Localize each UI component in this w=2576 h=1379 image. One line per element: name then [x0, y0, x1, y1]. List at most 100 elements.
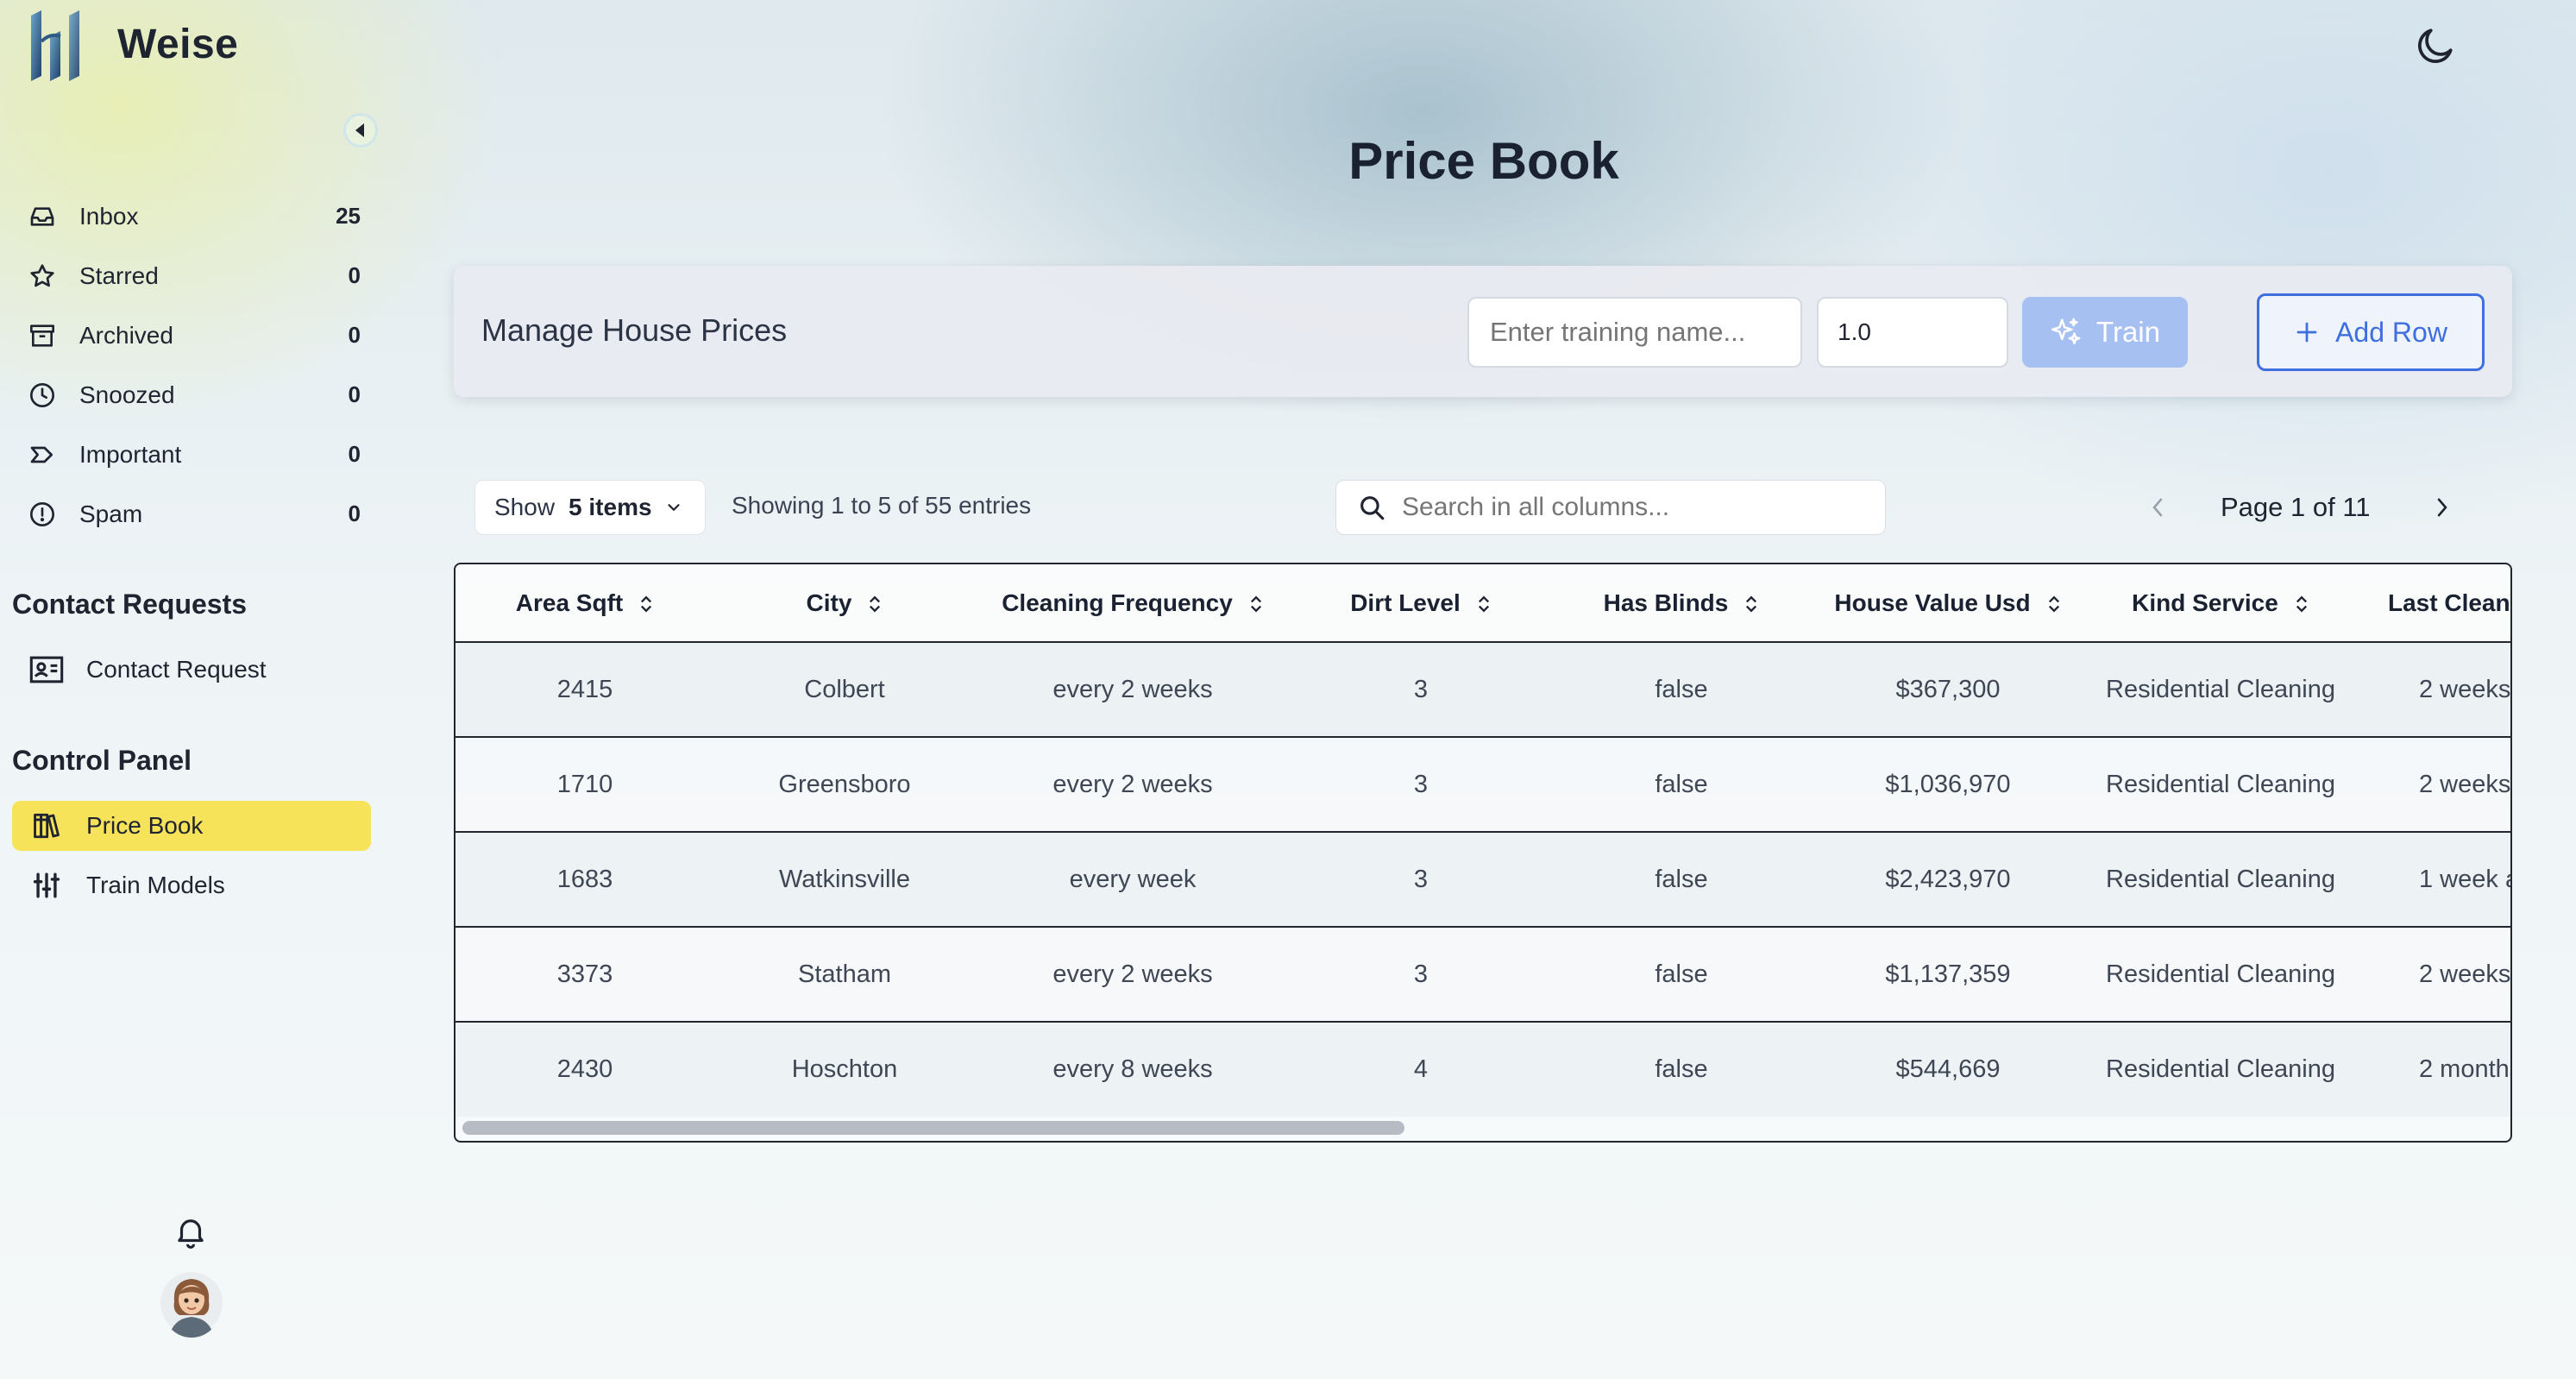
cell-city: Watkinsville: [778, 865, 910, 893]
search-input[interactable]: [1402, 493, 1868, 522]
sidebar-item-price-book[interactable]: Price Book: [12, 801, 371, 851]
column-header-cleaning-frequency[interactable]: Cleaning Frequency: [975, 564, 1291, 642]
cell-kind-service: Residential Cleaning: [2106, 1055, 2335, 1083]
chevron-right-icon: [2437, 498, 2447, 517]
cell-city: Hoschton: [791, 1055, 898, 1083]
cell-last-clean: 2 weeks ago: [2419, 675, 2511, 703]
chevron-down-icon: [667, 504, 680, 512]
plus-icon: [2296, 322, 2317, 343]
cell-dirt-level: 4: [1413, 1055, 1429, 1083]
column-header-last-clean[interactable]: Last Clean: [2357, 564, 2510, 642]
notifications-bell-icon[interactable]: [173, 1213, 209, 1250]
column-header-has-blinds[interactable]: Has Blinds: [1551, 564, 1812, 642]
train-button-label: Train: [2096, 316, 2160, 348]
dark-mode-toggle-moon-icon[interactable]: [2414, 24, 2457, 67]
column-header-area-sqft[interactable]: Area Sqft: [456, 564, 714, 642]
cell-cleaning-frequency: every 2 weeks: [1052, 770, 1213, 798]
cell-kind-service: Residential Cleaning: [2106, 865, 2335, 893]
sidebar-item-label: Archived: [79, 321, 173, 349]
count-badge: 0: [348, 322, 361, 348]
sliders-icon: [29, 868, 64, 903]
cell-dirt-level: 3: [1413, 960, 1429, 988]
count-badge: 25: [336, 203, 361, 229]
cell-cleaning-frequency: every 2 weeks: [1052, 960, 1213, 988]
next-page-button[interactable]: [2429, 490, 2455, 525]
page-size-value: 5 items: [569, 494, 652, 520]
sidebar-item-important[interactable]: Important 0: [12, 425, 374, 484]
sidebar-item-starred[interactable]: Starred 0: [12, 246, 374, 305]
cell-city: Greensboro: [778, 770, 911, 798]
column-header-city[interactable]: City: [714, 564, 975, 642]
column-header-label: House Value Usd: [1834, 589, 2031, 616]
sidebar-item-contact-request[interactable]: Contact Request: [12, 645, 371, 695]
count-badge: 0: [348, 262, 361, 288]
sidebar-item-inbox[interactable]: Inbox 25: [12, 186, 374, 246]
column-header-dirt-level[interactable]: Dirt Level: [1291, 564, 1551, 642]
table-row[interactable]: 2415 Colbert every 2 weeks 3 false $367,…: [456, 642, 2511, 737]
training-value-input[interactable]: [1817, 297, 2008, 368]
cell-area-sqft: 2415: [556, 675, 613, 703]
sidebar-item-spam[interactable]: Spam 0: [12, 484, 374, 544]
column-header-kind-service[interactable]: Kind Service: [2084, 564, 2357, 642]
entries-summary: Showing 1 to 5 of 55 entries: [732, 492, 1032, 519]
clock-icon: [28, 381, 57, 410]
user-avatar[interactable]: [160, 1269, 223, 1338]
section-title-contact-requests: Contact Requests: [12, 589, 248, 620]
alert-circle-icon: [28, 500, 57, 529]
logo-mark-icon: [31, 10, 79, 81]
cell-area-sqft: 2430: [556, 1055, 613, 1083]
cell-house-value: $2,423,970: [1885, 865, 2011, 893]
inbox-icon: [28, 202, 57, 231]
cell-last-clean: 2 months ago: [2419, 1055, 2510, 1083]
search-icon: [1360, 496, 1385, 520]
cell-cleaning-frequency: every 2 weeks: [1052, 675, 1213, 703]
column-header-label: Has Blinds: [1603, 589, 1729, 616]
price-book-table: Area Sqft City Cleaning Frequency Dirt L…: [454, 563, 2512, 1143]
table-row[interactable]: 1683 Watkinsville every week 3 false $2,…: [456, 832, 2510, 927]
column-header-house-value-usd[interactable]: House Value Usd: [1812, 564, 2084, 642]
caret-left-icon: [355, 123, 364, 137]
cell-kind-service: Residential Cleaning: [2106, 770, 2335, 798]
important-icon: [28, 440, 57, 469]
sidebar-item-label: Important: [79, 440, 182, 468]
table-row[interactable]: 2430 Hoschton every 8 weeks 4 false $544…: [456, 1022, 2510, 1117]
training-name-input[interactable]: [1467, 297, 1802, 368]
collapse-sidebar-button[interactable]: [343, 113, 378, 148]
table-search: [1335, 480, 1886, 535]
cell-dirt-level: 3: [1413, 675, 1429, 703]
cell-has-blinds: false: [1655, 770, 1708, 798]
sidebar-item-snoozed[interactable]: Snoozed 0: [12, 365, 374, 425]
add-row-button[interactable]: Add Row: [2257, 293, 2485, 371]
page-size-select[interactable]: Show 5 items: [474, 480, 706, 535]
manage-toolbar: Manage House Prices Train Add Row: [454, 266, 2512, 397]
cell-city: Statham: [798, 960, 891, 988]
train-button[interactable]: Train: [2022, 297, 2188, 368]
contact-card-icon: [29, 652, 64, 687]
table-row[interactable]: 1710 Greensboro every 2 weeks 3 false $1…: [456, 737, 2510, 832]
show-label: Show: [494, 494, 556, 520]
cell-kind-service: Residential Cleaning: [2106, 675, 2335, 703]
sidebar-item-train-models[interactable]: Train Models: [12, 860, 371, 910]
cell-dirt-level: 3: [1413, 865, 1429, 893]
cell-has-blinds: false: [1655, 1055, 1708, 1083]
archive-icon: [28, 321, 57, 350]
table-row[interactable]: 3373 Statham every 2 weeks 3 false $1,13…: [456, 927, 2510, 1022]
sort-icon: [1250, 595, 1261, 613]
sidebar-item-archived[interactable]: Archived 0: [12, 305, 374, 365]
sort-icon: [870, 595, 881, 613]
app-logo[interactable]: Weise: [26, 7, 238, 81]
cell-has-blinds: false: [1655, 960, 1708, 988]
column-header-label: Dirt Level: [1350, 589, 1461, 616]
table-horizontal-scrollbar[interactable]: [462, 1121, 1404, 1135]
sort-icon: [2048, 595, 2059, 613]
sidebar-item-label: Train Models: [86, 872, 225, 898]
column-header-label: Last Clean: [2388, 589, 2510, 616]
sidebar-item-label: Contact Request: [86, 656, 267, 683]
price-book-icon: [29, 809, 64, 843]
column-header-label: Area Sqft: [515, 589, 624, 616]
cell-last-clean: 1 week ago: [2419, 865, 2510, 893]
cell-house-value: $544,669: [1895, 1055, 2001, 1083]
previous-page-button[interactable]: [2145, 490, 2171, 525]
cell-has-blinds: false: [1655, 865, 1708, 893]
chevron-left-icon: [2152, 498, 2163, 517]
